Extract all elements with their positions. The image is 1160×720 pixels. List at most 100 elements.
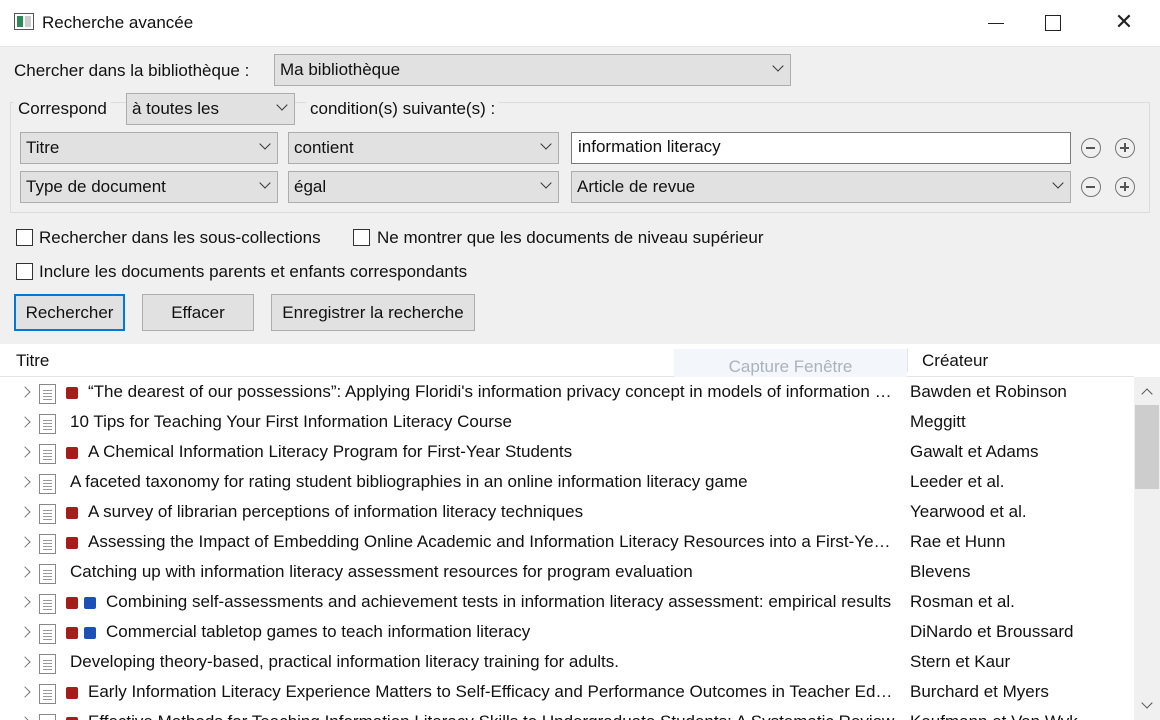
expand-chevron-icon[interactable]: [19, 596, 31, 608]
row-title: “The dearest of our possessions”: Applyi…: [88, 382, 895, 401]
condition-2-operator-value: égal: [294, 177, 327, 196]
table-row[interactable]: Effective Methods for Teaching Informati…: [0, 707, 1134, 720]
expand-chevron-icon[interactable]: [19, 476, 31, 488]
expand-chevron-icon[interactable]: [19, 686, 31, 698]
chevron-down-icon: [540, 138, 552, 150]
blue-tag-icon: [84, 627, 96, 639]
chevron-down-icon: [540, 177, 552, 189]
top-level-checkbox[interactable]: [353, 229, 370, 246]
condition-2-field-select[interactable]: Type de document: [20, 171, 278, 203]
row-creator: Burchard et Myers: [910, 682, 1049, 701]
table-row[interactable]: A faceted taxonomy for rating student bi…: [0, 467, 1134, 497]
row-title: Effective Methods for Teaching Informati…: [88, 712, 895, 720]
subcollections-checkbox[interactable]: [16, 229, 33, 246]
expand-chevron-icon[interactable]: [19, 566, 31, 578]
row-title: Early Information Literacy Experience Ma…: [88, 682, 895, 701]
condition-1-add-button[interactable]: [1115, 138, 1135, 158]
condition-2-remove-button[interactable]: [1081, 177, 1101, 197]
table-row[interactable]: Assessing the Impact of Embedding Online…: [0, 527, 1134, 557]
document-icon: [39, 504, 56, 524]
minimize-button[interactable]: [967, 0, 1025, 46]
red-tag-icon: [66, 447, 78, 459]
document-icon: [39, 384, 56, 404]
save-search-button[interactable]: Enregistrer la recherche: [271, 294, 475, 331]
table-row[interactable]: A survey of librarian perceptions of inf…: [0, 497, 1134, 527]
results-rows: “The dearest of our possessions”: Applyi…: [0, 377, 1134, 720]
document-icon: [39, 624, 56, 644]
window-title: Recherche avancée: [42, 13, 194, 32]
chevron-down-icon: [259, 138, 271, 150]
document-icon: [39, 414, 56, 434]
library-select[interactable]: Ma bibliothèque: [274, 54, 791, 86]
row-title: Combining self-assessments and achieveme…: [106, 592, 892, 611]
row-title: Commercial tabletop games to teach infor…: [106, 622, 531, 641]
red-tag-icon: [66, 507, 78, 519]
red-tag-icon: [66, 387, 78, 399]
results-list: Capture Fenêtre Titre Créateur “The dear…: [0, 344, 1160, 720]
row-title: A Chemical Information Literacy Program …: [88, 442, 573, 461]
table-row[interactable]: 10 Tips for Teaching Your First Informat…: [0, 407, 1134, 437]
column-separator[interactable]: [907, 348, 908, 372]
expand-chevron-icon[interactable]: [19, 446, 31, 458]
condition-1-field-value: Titre: [26, 138, 60, 157]
scroll-down-button[interactable]: [1134, 690, 1160, 720]
expand-chevron-icon[interactable]: [19, 716, 31, 720]
chevron-down-icon: [259, 177, 271, 189]
table-row[interactable]: Developing theory-based, practical infor…: [0, 647, 1134, 677]
column-header-title[interactable]: Titre: [16, 351, 49, 371]
expand-chevron-icon[interactable]: [19, 536, 31, 548]
plus-icon-vertical: [1124, 182, 1126, 191]
expand-chevron-icon[interactable]: [19, 656, 31, 668]
table-row[interactable]: A Chemical Information Literacy Program …: [0, 437, 1134, 467]
row-creator: Leeder et al.: [910, 472, 1005, 491]
row-title: A survey of librarian perceptions of inf…: [88, 502, 584, 521]
minus-icon: [1086, 186, 1095, 188]
scroll-thumb[interactable]: [1135, 405, 1159, 489]
include-parents-checkbox[interactable]: [16, 263, 33, 280]
document-icon: [39, 534, 56, 554]
row-creator: DiNardo et Broussard: [910, 622, 1074, 641]
plus-icon-vertical: [1124, 143, 1126, 152]
chevron-down-icon: [772, 60, 784, 72]
condition-2-value: Article de revue: [577, 177, 696, 196]
row-creator: Meggitt: [910, 412, 966, 431]
condition-2-add-button[interactable]: [1115, 177, 1135, 197]
condition-1-remove-button[interactable]: [1081, 138, 1101, 158]
row-creator: Yearwood et al.: [910, 502, 1027, 521]
row-title: Catching up with information literacy as…: [70, 562, 693, 581]
vertical-scrollbar[interactable]: [1134, 377, 1160, 720]
expand-chevron-icon[interactable]: [19, 386, 31, 398]
search-button[interactable]: Rechercher: [14, 294, 125, 331]
close-button[interactable]: ✕: [1095, 0, 1153, 46]
condition-2-operator-select[interactable]: égal: [288, 171, 559, 203]
capture-watermark: Capture Fenêtre: [674, 349, 907, 377]
table-row[interactable]: Early Information Literacy Experience Ma…: [0, 677, 1134, 707]
maximize-button[interactable]: [1024, 0, 1082, 46]
column-header: Capture Fenêtre Titre Créateur: [0, 344, 1134, 377]
document-icon: [39, 684, 56, 704]
expand-chevron-icon[interactable]: [19, 506, 31, 518]
table-row[interactable]: “The dearest of our possessions”: Applyi…: [0, 377, 1134, 407]
row-creator: Rae et Hunn: [910, 532, 1006, 551]
expand-chevron-icon[interactable]: [19, 626, 31, 638]
table-row[interactable]: Combining self-assessments and achieveme…: [0, 587, 1134, 617]
row-creator: Gawalt et Adams: [910, 442, 1039, 461]
top-level-label: Ne montrer que les documents de niveau s…: [377, 228, 764, 247]
condition-1-value-input[interactable]: information literacy: [571, 132, 1071, 164]
clear-button[interactable]: Effacer: [142, 294, 254, 331]
document-icon: [39, 654, 56, 674]
condition-1-operator-select[interactable]: contient: [288, 132, 559, 164]
red-tag-icon: [66, 627, 78, 639]
condition-2-value-select[interactable]: Article de revue: [571, 171, 1071, 203]
close-icon: ✕: [1114, 9, 1134, 34]
table-row[interactable]: Catching up with information literacy as…: [0, 557, 1134, 587]
column-header-creator[interactable]: Créateur: [922, 351, 988, 371]
scroll-up-button[interactable]: [1134, 377, 1160, 407]
condition-1-field-select[interactable]: Titre: [20, 132, 278, 164]
expand-chevron-icon[interactable]: [19, 416, 31, 428]
library-label: Chercher dans la bibliothèque :: [14, 61, 250, 80]
red-tag-icon: [66, 537, 78, 549]
document-icon: [39, 564, 56, 584]
table-row[interactable]: Commercial tabletop games to teach infor…: [0, 617, 1134, 647]
match-mode-select[interactable]: à toutes les: [126, 93, 295, 125]
